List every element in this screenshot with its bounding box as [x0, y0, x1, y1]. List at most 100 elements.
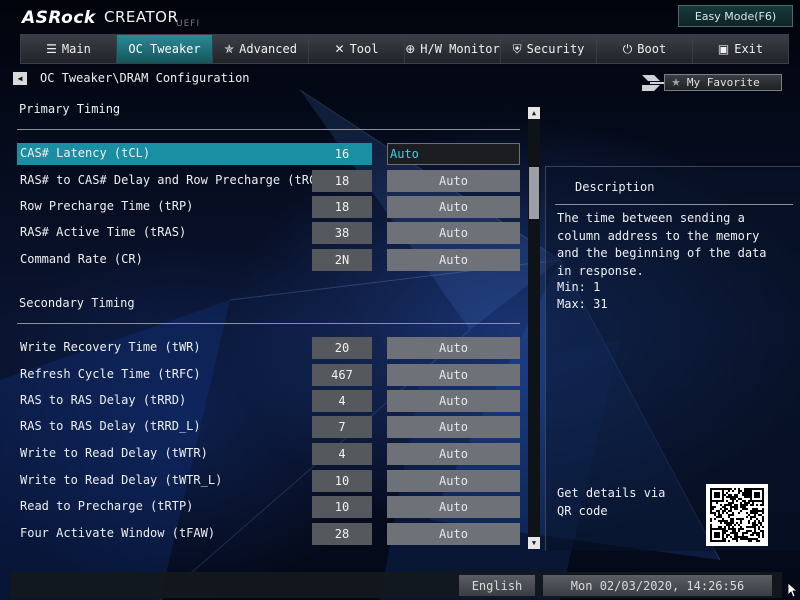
qr-module — [754, 492, 760, 498]
qr-module — [732, 498, 734, 500]
qr-module — [750, 518, 752, 520]
setting-dropdown[interactable]: Auto — [387, 364, 520, 386]
qr-module — [724, 522, 726, 524]
tab-main[interactable]: ☰ Main — [20, 34, 117, 64]
setting-dropdown[interactable]: Auto — [387, 470, 520, 492]
current-value: 4 — [312, 390, 372, 412]
qr-module — [726, 530, 728, 532]
qr-module — [724, 532, 726, 534]
setting-dropdown[interactable]: Auto — [387, 523, 520, 545]
brand-logo: ASRock — [22, 8, 96, 28]
qr-module — [722, 510, 724, 512]
qr-module — [726, 504, 728, 506]
setting-row-trtp[interactable]: Read to Precharge (tRTP) 10 Auto — [17, 496, 520, 518]
qr-module — [724, 504, 726, 506]
settings-scrollbar[interactable]: ▲ ▼ — [528, 107, 540, 549]
setting-row-trrd[interactable]: RAS to RAS Delay (tRRD) 4 Auto — [17, 390, 520, 412]
qr-module — [710, 512, 712, 514]
qr-module — [726, 488, 728, 490]
current-value: 28 — [312, 523, 372, 545]
qr-module — [738, 512, 740, 514]
setting-row-twtr-l[interactable]: Write to Read Delay (tWTR_L) 10 Auto — [17, 470, 520, 492]
qr-module — [754, 524, 756, 526]
setting-dropdown[interactable]: Auto — [387, 337, 520, 359]
tab-advanced[interactable]: ✯ Advanced — [213, 34, 309, 64]
qr-module — [736, 504, 738, 506]
setting-dropdown[interactable]: Auto — [387, 222, 520, 244]
scroll-thumb[interactable] — [529, 167, 539, 219]
setting-row-tcl[interactable]: CAS# Latency (tCL) 16 Auto — [17, 143, 520, 165]
qr-module — [710, 506, 712, 508]
tab-security[interactable]: ⛨ Security — [501, 34, 597, 64]
qr-module — [746, 492, 748, 494]
qr-module — [732, 528, 734, 530]
setting-row-tras[interactable]: RAS# Active Time (tRAS) 38 Auto — [17, 222, 520, 244]
current-value: 467 — [312, 364, 372, 386]
qr-module — [762, 536, 764, 538]
easy-mode-button[interactable]: Easy Mode(F6) — [678, 5, 793, 27]
qr-module — [734, 504, 736, 506]
qr-module — [726, 508, 728, 510]
qr-module — [746, 490, 748, 492]
qr-module — [724, 520, 726, 522]
setting-row-twr[interactable]: Write Recovery Time (tWR) 20 Auto — [17, 337, 520, 359]
qr-module — [752, 534, 754, 536]
qr-module — [722, 520, 724, 522]
setting-dropdown[interactable]: Auto — [387, 143, 520, 165]
setting-row-trrd-l[interactable]: RAS to RAS Delay (tRRD_L) 7 Auto — [17, 416, 520, 438]
list-icon: ☰ — [46, 42, 57, 56]
setting-dropdown[interactable]: Auto — [387, 416, 520, 438]
qr-module — [740, 528, 742, 530]
qr-module — [750, 504, 752, 506]
setting-row-tfaw[interactable]: Four Activate Window (tFAW) 28 Auto — [17, 523, 520, 545]
language-button[interactable]: English — [459, 575, 535, 596]
scroll-up-button[interactable]: ▲ — [528, 107, 540, 119]
qr-module — [754, 526, 756, 528]
qr-module — [746, 508, 748, 510]
setting-row-twtr[interactable]: Write to Read Delay (tWTR) 4 Auto — [17, 443, 520, 465]
qr-module — [746, 530, 748, 532]
tab-hw-monitor[interactable]: ⊕ H/W Monitor — [405, 34, 501, 64]
setting-row-trp[interactable]: Row Precharge Time (tRP) 18 Auto — [17, 196, 520, 218]
qr-module — [720, 520, 722, 522]
tab-tool[interactable]: ✕ Tool — [309, 34, 405, 64]
setting-row-trfc[interactable]: Refresh Cycle Time (tRFC) 467 Auto — [17, 364, 520, 386]
qr-module — [742, 534, 744, 536]
qr-module — [728, 524, 730, 526]
setting-dropdown[interactable]: Auto — [387, 390, 520, 412]
qr-module — [754, 528, 756, 530]
setting-label: RAS# to CAS# Delay and Row Precharge (tR… — [20, 173, 353, 187]
qr-module — [718, 510, 720, 512]
qr-module — [758, 528, 760, 530]
setting-dropdown[interactable]: Auto — [387, 443, 520, 465]
setting-row-trcdtrp[interactable]: RAS# to CAS# Delay and Row Precharge (tR… — [17, 170, 520, 192]
qr-module — [732, 502, 734, 504]
back-button[interactable]: ◀ — [13, 72, 27, 85]
qr-module — [734, 496, 736, 498]
setting-dropdown[interactable]: Auto — [387, 170, 520, 192]
my-favorite-button[interactable]: ★ My Favorite — [642, 71, 782, 95]
qr-module — [738, 536, 740, 538]
tab-boot[interactable]: ⏻ Boot — [597, 34, 693, 64]
tab-oc-tweaker[interactable]: OC Tweaker — [117, 34, 213, 64]
qr-hint-text: Get details via QR code — [557, 486, 666, 518]
qr-module — [740, 526, 742, 528]
setting-row-cr[interactable]: Command Rate (CR) 2N Auto — [17, 249, 520, 271]
qr-module — [726, 496, 728, 498]
qr-module — [750, 516, 752, 518]
qr-module — [734, 508, 736, 510]
setting-dropdown[interactable]: Auto — [387, 249, 520, 271]
qr-module — [736, 534, 738, 536]
qr-module — [744, 502, 746, 504]
qr-module — [718, 520, 720, 522]
qr-module — [728, 528, 730, 530]
qr-module — [760, 504, 762, 506]
scroll-down-button[interactable]: ▼ — [528, 537, 540, 549]
qr-module — [746, 532, 748, 534]
tab-exit[interactable]: ▣ Exit — [693, 34, 789, 64]
setting-dropdown[interactable]: Auto — [387, 496, 520, 518]
exit-icon: ▣ — [717, 42, 730, 56]
qr-module — [762, 534, 764, 536]
qr-module — [726, 512, 728, 514]
setting-dropdown[interactable]: Auto — [387, 196, 520, 218]
